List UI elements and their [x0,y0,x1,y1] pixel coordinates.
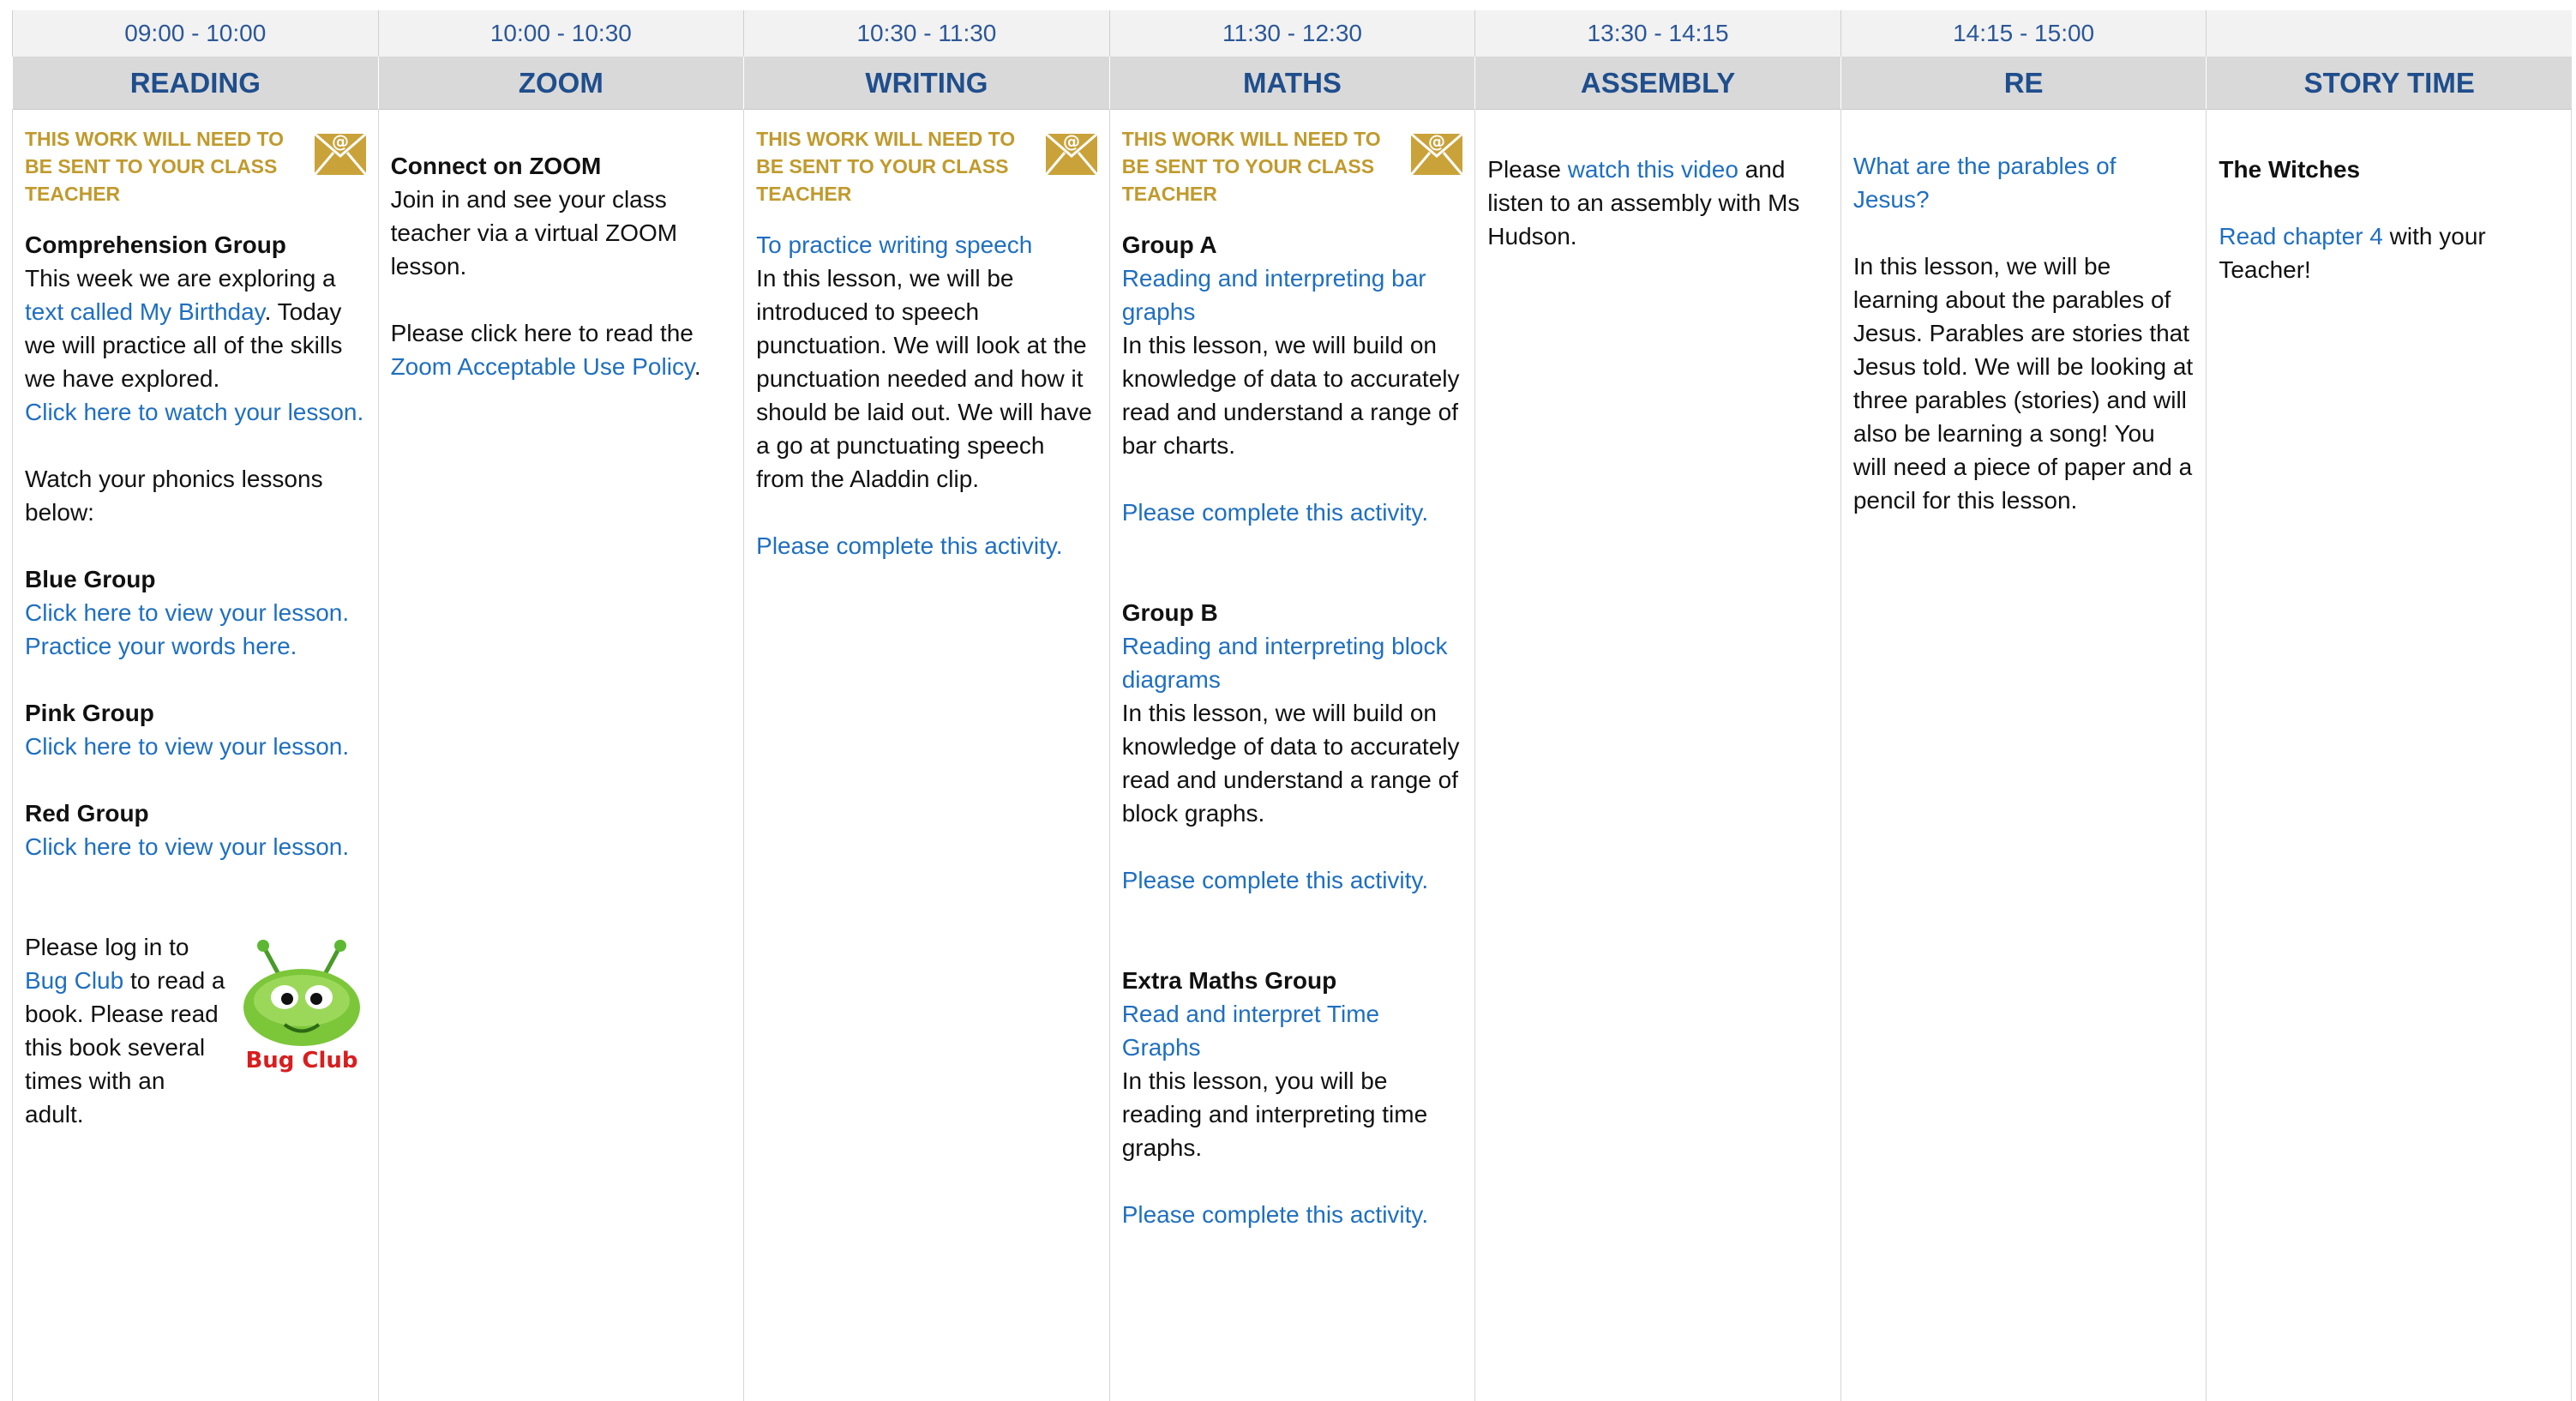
zoom-policy-link[interactable]: Zoom Acceptable Use Policy [391,353,694,380]
my-birthday-link[interactable]: text called My Birthday [25,298,265,325]
zoom-title: Connect on ZOOM [390,153,602,179]
email-envelope-icon: @ [1410,131,1464,176]
time-slot-3: 10:30 - 11:30 [743,10,1109,57]
email-envelope-icon: @ [1044,131,1098,176]
phonics-intro: Watch your phonics lessons below: [25,466,323,526]
extra-maths-text: In this lesson, you will be reading and … [1121,1067,1428,1161]
time-slot-2: 10:00 - 10:30 [377,10,744,57]
subject-header-story-time: STORY TIME [2206,57,2572,110]
writing-speech-link[interactable]: To practice writing speech [756,228,1097,262]
story-title: The Witches [2219,156,2361,183]
time-slot-5: 13:30 - 14:15 [1474,10,1840,57]
zoom-policy-end: . [694,353,701,380]
bug-club-text: Please log in to Bug Club to read a book… [25,930,229,1131]
bug-club-logo-text: Bug Club [245,1048,357,1073]
parables-link[interactable]: What are the parables of Jesus? [1853,149,2195,216]
extra-maths-title: Extra Maths Group [1121,967,1337,994]
bug-club-logo: Bug Club [243,940,360,1073]
zoom-cell: Connect on ZOOM Join in and see your cla… [377,110,744,1401]
pink-group-title: Pink Group [25,700,154,726]
writing-cell: THIS WORK WILL NEED TO BE SENT TO YOUR C… [743,110,1109,1401]
group-b-text: In this lesson, we will build on knowled… [1121,700,1460,827]
comprehension-group-title: Comprehension Group [25,231,286,258]
group-b-activity-link[interactable]: Please complete this activity. [1122,863,1463,897]
comprehension-text-1: This week we are exploring a [25,265,336,292]
time-slot-6: 14:15 - 15:00 [1840,10,2207,57]
assembly-video-link[interactable]: watch this video [1568,156,1738,183]
writing-text: In this lesson, we will be introduced to… [756,265,1092,492]
email-envelope-icon: @ [313,131,367,176]
watch-lesson-link[interactable]: Click here to watch your lesson. [25,395,366,429]
time-slot-4: 11:30 - 12:30 [1108,10,1475,57]
pink-view-lesson-link[interactable]: Click here to view your lesson. [25,730,366,763]
timetable: 09:00 - 10:00 10:00 - 10:30 10:30 - 11:3… [12,10,2572,1401]
writing-activity-link[interactable]: Please complete this activity. [756,529,1097,562]
bar-graphs-link[interactable]: Reading and interpreting bar graphs [1122,262,1463,328]
zoom-text: Join in and see your class teacher via a… [390,186,678,280]
group-b-title: Group B [1121,599,1218,626]
story-time-cell: The Witches Read chapter 4 with your Tea… [2206,110,2572,1401]
assembly-text-1: Please [1487,156,1568,183]
bug-text-1: Please log in to [25,934,189,960]
red-group-title: Red Group [25,800,149,827]
blue-view-lesson-link[interactable]: Click here to view your lesson. [25,596,366,629]
re-text: In this lesson, we will be learning abou… [1852,253,2194,514]
blue-practice-words-link[interactable]: Practice your words here. [25,629,366,663]
read-chapter-link[interactable]: Read chapter 4 [2219,223,2382,250]
reading-cell: THIS WORK WILL NEED TO BE SENT TO YOUR C… [12,110,378,1401]
subject-header-zoom: ZOOM [377,57,744,110]
extra-maths-activity-link[interactable]: Please complete this activity. [1122,1198,1463,1231]
svg-text:@: @ [332,131,349,152]
subject-header-re: RE [1840,57,2207,110]
time-slot-7 [2206,10,2572,57]
group-a-text: In this lesson, we will build on knowled… [1121,332,1460,459]
subject-header-reading: READING [12,57,378,110]
subject-header-maths: MATHS [1108,57,1475,110]
subject-header-writing: WRITING [743,57,1109,110]
re-cell: What are the parables of Jesus? In this … [1840,110,2207,1401]
red-view-lesson-link[interactable]: Click here to view your lesson. [25,830,366,863]
bug-club-link[interactable]: Bug Club [25,967,123,994]
svg-text:@: @ [1428,131,1445,152]
maths-cell: THIS WORK WILL NEED TO BE SENT TO YOUR C… [1108,110,1475,1401]
blue-group-title: Blue Group [25,566,156,592]
zoom-policy-text: Please click here to read the [390,320,694,346]
svg-text:@: @ [1063,131,1080,152]
subject-header-assembly: ASSEMBLY [1474,57,1840,110]
bug-club-section: Please log in to Bug Club to read a book… [25,930,366,1131]
time-graphs-link[interactable]: Read and interpret Time Graphs [1122,997,1463,1064]
time-slot-1: 09:00 - 10:00 [12,10,378,57]
group-a-title: Group A [1121,231,1217,258]
assembly-cell: Please watch this video and listen to an… [1474,110,1840,1401]
group-a-activity-link[interactable]: Please complete this activity. [1122,496,1463,529]
block-diagrams-link[interactable]: Reading and interpreting block diagrams [1122,629,1463,696]
